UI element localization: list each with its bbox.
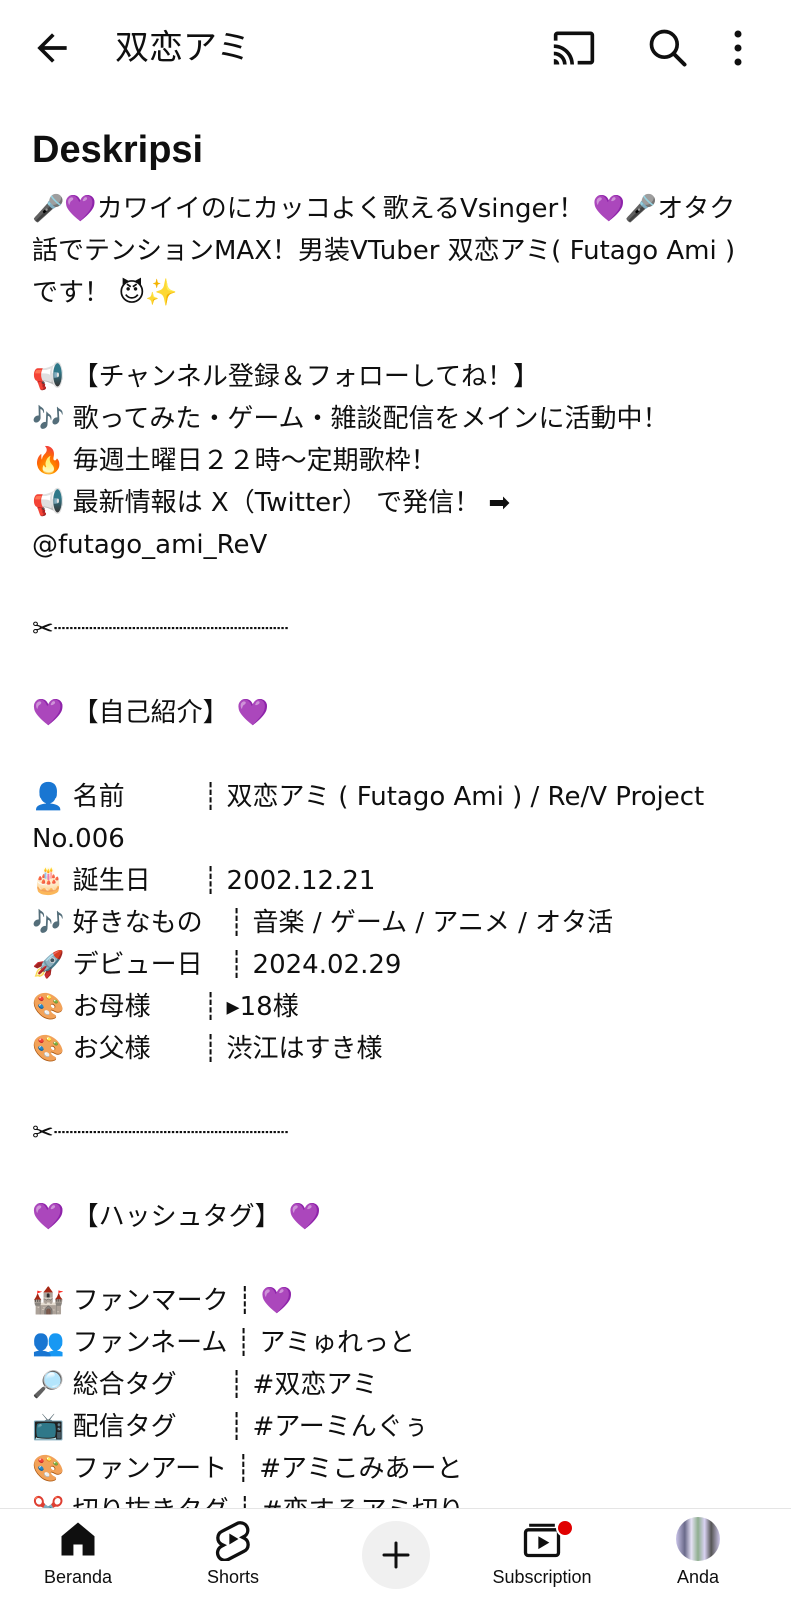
cast-icon[interactable] [552,26,596,70]
notification-dot [556,1519,574,1537]
avatar [676,1517,720,1561]
create-button[interactable] [362,1521,430,1589]
nav-home[interactable]: Beranda [8,1517,148,1589]
description-section: Deskripsi 🎤💜カワイイのにカッコよく歌えるVsinger！ 💜🎤オタク… [32,126,752,1532]
arrow-back-icon[interactable] [30,26,74,70]
nav-subscriptions-label: Subscription [492,1567,592,1587]
description-heading: Deskripsi [32,129,204,171]
nav-home-label: Beranda [43,1567,113,1587]
nav-shorts[interactable]: Shorts [163,1517,303,1589]
more-vert-icon[interactable] [728,26,748,70]
nav-shorts-label: Shorts [206,1567,260,1587]
home-icon [61,1522,95,1556]
search-icon[interactable] [646,26,690,70]
plus-icon [382,1541,410,1569]
description-text: 🎤💜カワイイのにカッコよく歌えるVsinger！ 💜🎤オタク話でテンションMAX… [32,194,736,1526]
nav-subscriptions[interactable]: Subscription [472,1517,612,1589]
app-header: 双恋アミ [0,0,791,96]
shorts-icon [215,1521,250,1561]
bottom-navigation: Beranda Shorts Subscription Anda [0,1508,791,1601]
nav-you-label: Anda [676,1567,720,1587]
channel-title: 双恋アミ [115,28,251,68]
nav-you[interactable]: Anda [628,1517,768,1589]
